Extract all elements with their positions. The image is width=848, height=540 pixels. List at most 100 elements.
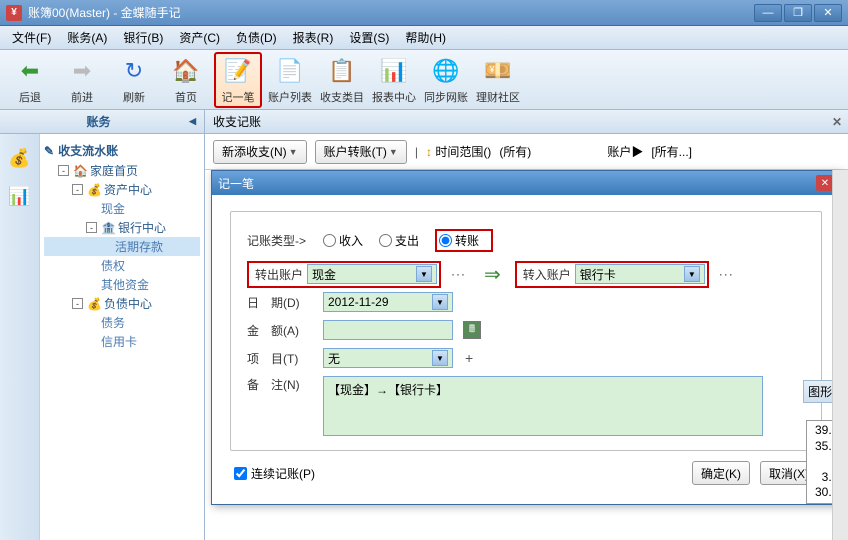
acct-filter-label[interactable]: 账户▶ <box>607 143 643 160</box>
note-textarea[interactable] <box>323 376 763 436</box>
title-bar: ¥ 账簿00(Master) - 金蝶随手记 — ❐ ✕ <box>0 0 848 26</box>
note-label: 备 注(N) <box>247 376 317 393</box>
toolbar-acctlist-button[interactable]: 📄账户列表 <box>266 52 314 108</box>
jot-icon: 📝 <box>222 55 254 87</box>
tree-node[interactable]: 其他资金 <box>44 275 200 294</box>
tree-title[interactable]: ✎ 收支流水账 <box>44 140 200 161</box>
toolbar-category-button[interactable]: 📋收支类目 <box>318 52 366 108</box>
radio-expense[interactable]: 支出 <box>379 232 419 249</box>
transfer-button[interactable]: 账户转账(T)▼ <box>315 140 407 164</box>
toolbar-jot-button[interactable]: 📝记一笔 <box>214 52 262 108</box>
project-select[interactable]: 无▼ <box>323 348 453 368</box>
tree-node[interactable]: -🏦银行中心 <box>44 218 200 237</box>
toolbar-back-button[interactable]: ⬅后退 <box>6 52 54 108</box>
calculator-icon[interactable]: 🖩 <box>463 321 481 339</box>
chart-icon[interactable]: 📊 <box>6 182 34 210</box>
toolbar-home-button[interactable]: 🏠首页 <box>162 52 210 108</box>
project-add-button[interactable]: + <box>465 350 473 366</box>
date-label: 日 期(D) <box>247 294 317 311</box>
menu-bar: 文件(F)账务(A)银行(B)资产(C)负债(D)报表(R)设置(S)帮助(H) <box>0 26 848 50</box>
toolbar: ⬅后退➡前进↻刷新🏠首页📝记一笔📄账户列表📋收支类目📊报表中心🌐同步网账💴理财社… <box>0 50 848 110</box>
tab-close-icon[interactable]: ✕ <box>832 115 842 129</box>
tree-node[interactable]: -💰资产中心 <box>44 180 200 199</box>
ok-button[interactable]: 确定(K) <box>692 461 750 485</box>
expand-icon[interactable]: - <box>58 165 69 176</box>
radio-transfer[interactable]: 转账 <box>439 232 479 249</box>
refresh-icon: ↻ <box>118 55 150 87</box>
arrow-right-icon: ⇒ <box>484 262 501 287</box>
acct-filter-all[interactable]: [所有...] <box>651 143 692 160</box>
expand-icon[interactable]: - <box>72 184 83 195</box>
forward-icon: ➡ <box>66 55 98 87</box>
toolbar-sync-button[interactable]: 🌐同步网账 <box>422 52 470 108</box>
panel-title: 账务 <box>87 113 111 130</box>
money-input[interactable] <box>323 320 453 340</box>
report-icon: 📊 <box>378 55 410 87</box>
tree-node[interactable]: 债务 <box>44 313 200 332</box>
project-label: 项 目(T) <box>247 350 317 367</box>
app-icon: ¥ <box>6 5 22 21</box>
close-button[interactable]: ✕ <box>814 4 842 22</box>
radio-income[interactable]: 收入 <box>323 232 363 249</box>
community-icon: 💴 <box>482 55 514 87</box>
dialog-title-bar: 记一笔 ✕ <box>212 171 840 195</box>
in-account-more[interactable]: ··· <box>715 267 738 281</box>
menu-item[interactable]: 帮助(H) <box>397 29 454 46</box>
minimize-button[interactable]: — <box>754 4 782 22</box>
cashbag-icon[interactable]: 💰 <box>6 144 34 172</box>
toolbar-report-button[interactable]: 📊报表中心 <box>370 52 418 108</box>
panel-chevron-icon[interactable]: ◀ <box>189 116 196 127</box>
node-icon: 🏦 <box>101 221 116 235</box>
menu-item[interactable]: 银行(B) <box>115 29 171 46</box>
maximize-button[interactable]: ❐ <box>784 4 812 22</box>
pencil-icon: ✎ <box>44 144 54 158</box>
out-account-select[interactable]: 现金▼ <box>307 264 437 284</box>
sync-icon: 🌐 <box>430 55 462 87</box>
add-entry-button[interactable]: 新添收支(N)▼ <box>213 140 307 164</box>
money-label: 金 额(A) <box>247 322 317 339</box>
in-account-box: 转入账户 银行卡▼ <box>515 261 709 288</box>
node-icon: 💰 <box>87 297 102 311</box>
tree-node[interactable]: 现金 <box>44 199 200 218</box>
menu-item[interactable]: 账务(A) <box>59 29 115 46</box>
category-icon: 📋 <box>326 55 358 87</box>
tree-node[interactable]: 债权 <box>44 256 200 275</box>
continue-checkbox[interactable]: 连续记账(P) <box>234 465 315 482</box>
window-title: 账簿00(Master) - 金蝶随手记 <box>28 4 754 21</box>
timerange-all[interactable]: (所有) <box>499 143 531 160</box>
dialog-title: 记一笔 <box>218 175 254 192</box>
menu-item[interactable]: 资产(C) <box>171 29 228 46</box>
tab-label[interactable]: 收支记账 <box>213 113 261 130</box>
expand-icon[interactable]: - <box>72 298 83 309</box>
toolbar-forward-button[interactable]: ➡前进 <box>58 52 106 108</box>
node-icon: 🏠 <box>73 164 88 178</box>
tree-node[interactable]: 信用卡 <box>44 332 200 351</box>
nav-tree: ✎ 收支流水账 -🏠家庭首页-💰资产中心现金-🏦银行中心活期存款债权其他资金-💰… <box>40 134 204 357</box>
vertical-scrollbar[interactable] <box>832 170 848 540</box>
type-label: 记账类型-> <box>247 232 317 249</box>
icon-strip: 💰 📊 <box>0 134 40 540</box>
out-account-more[interactable]: ··· <box>447 267 470 281</box>
in-account-select[interactable]: 银行卡▼ <box>575 264 705 284</box>
out-account-box: 转出账户 现金▼ <box>247 261 441 288</box>
jot-dialog: 记一笔 ✕ 记账类型-> 收入 支出 转账 转出 <box>211 170 841 505</box>
date-select[interactable]: 2012-11-29▼ <box>323 292 453 312</box>
tree-node[interactable]: -💰负债中心 <box>44 294 200 313</box>
menu-item[interactable]: 负债(D) <box>228 29 285 46</box>
tree-node[interactable]: -🏠家庭首页 <box>44 161 200 180</box>
toolbar-refresh-button[interactable]: ↻刷新 <box>110 52 158 108</box>
menu-item[interactable]: 设置(S) <box>341 29 397 46</box>
menu-item[interactable]: 报表(R) <box>285 29 342 46</box>
back-icon: ⬅ <box>14 55 46 87</box>
action-bar: 新添收支(N)▼ 账户转账(T)▼ | ↕ 时间范围() (所有) 账户▶ [所… <box>205 134 848 170</box>
toolbar-community-button[interactable]: 💴理财社区 <box>474 52 522 108</box>
tab-bar: 收支记账 ✕ <box>205 110 848 134</box>
panel-header: 账务 ◀ <box>0 110 204 134</box>
timerange-label[interactable]: ↕ 时间范围() <box>426 143 491 160</box>
expand-icon[interactable]: - <box>86 222 97 233</box>
acctlist-icon: 📄 <box>274 55 306 87</box>
out-account-label: 转出账户 <box>251 264 307 285</box>
menu-item[interactable]: 文件(F) <box>4 29 59 46</box>
tree-node[interactable]: 活期存款 <box>44 237 200 256</box>
in-account-label: 转入账户 <box>519 264 575 285</box>
